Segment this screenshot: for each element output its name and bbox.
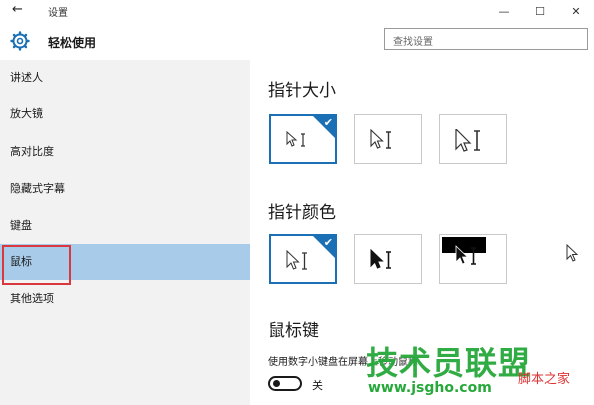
- watermark-sub-text: 脚本之家: [518, 372, 571, 387]
- mouse-pointer-icon: [566, 244, 579, 262]
- maximize-button[interactable]: ☐: [522, 0, 558, 22]
- pointer-large-icon: [455, 129, 480, 152]
- pointer-black-icon: [370, 249, 391, 269]
- sidebar-item-narrator[interactable]: 讲述人: [0, 60, 250, 96]
- window-title: 设置: [48, 8, 68, 19]
- search-input[interactable]: 查找设置: [384, 28, 588, 50]
- sidebar: 讲述人 放大镜 高对比度 隐藏式字幕 键盘 鼠标 其他选项: [0, 60, 250, 405]
- back-arrow-icon[interactable]: ←: [12, 2, 23, 17]
- pointer-size-large-option[interactable]: [439, 114, 507, 164]
- selection-highlight-box: [2, 245, 71, 285]
- pointer-size-small-option[interactable]: ✔: [269, 114, 337, 164]
- pointer-color-white-option[interactable]: ✔: [269, 234, 337, 284]
- sidebar-item-high-contrast[interactable]: 高对比度: [0, 134, 250, 170]
- mouse-keys-title: 鼠标键: [268, 321, 319, 341]
- mouse-keys-toggle[interactable]: [268, 376, 302, 391]
- sidebar-item-keyboard[interactable]: 键盘: [0, 208, 250, 244]
- sidebar-item-other-options[interactable]: 其他选项: [0, 281, 250, 317]
- sidebar-item-closed-captions[interactable]: 隐藏式字幕: [0, 171, 250, 207]
- pointer-color-inverted-option[interactable]: [439, 234, 507, 284]
- checkmark-icon: ✔: [323, 236, 333, 249]
- pointer-color-title: 指针颜色: [268, 203, 336, 223]
- pointer-size-medium-option[interactable]: [354, 114, 422, 164]
- checkmark-icon: ✔: [323, 116, 333, 129]
- watermark-url: www.jsgho.com: [368, 380, 492, 396]
- gear-icon: [10, 31, 30, 51]
- toggle-knob: [273, 380, 280, 387]
- pointer-inverted-icon: [455, 245, 476, 265]
- pointer-small-icon: [286, 130, 305, 147]
- pointer-white-icon: [286, 250, 307, 270]
- close-button[interactable]: ✕: [558, 0, 594, 22]
- window-controls: — ☐ ✕: [486, 0, 594, 22]
- toggle-state-label: 关: [312, 379, 323, 392]
- pointer-color-black-option[interactable]: [354, 234, 422, 284]
- pointer-medium-icon: [370, 129, 391, 149]
- watermark-logo-text: 技术员联盟: [366, 344, 532, 382]
- page-title: 轻松使用: [48, 36, 97, 50]
- title-bar: ← 设置 — ☐ ✕: [0, 0, 594, 22]
- sidebar-item-magnifier[interactable]: 放大镜: [0, 96, 250, 132]
- pointer-size-title: 指针大小: [268, 81, 336, 101]
- minimize-button[interactable]: —: [486, 0, 522, 22]
